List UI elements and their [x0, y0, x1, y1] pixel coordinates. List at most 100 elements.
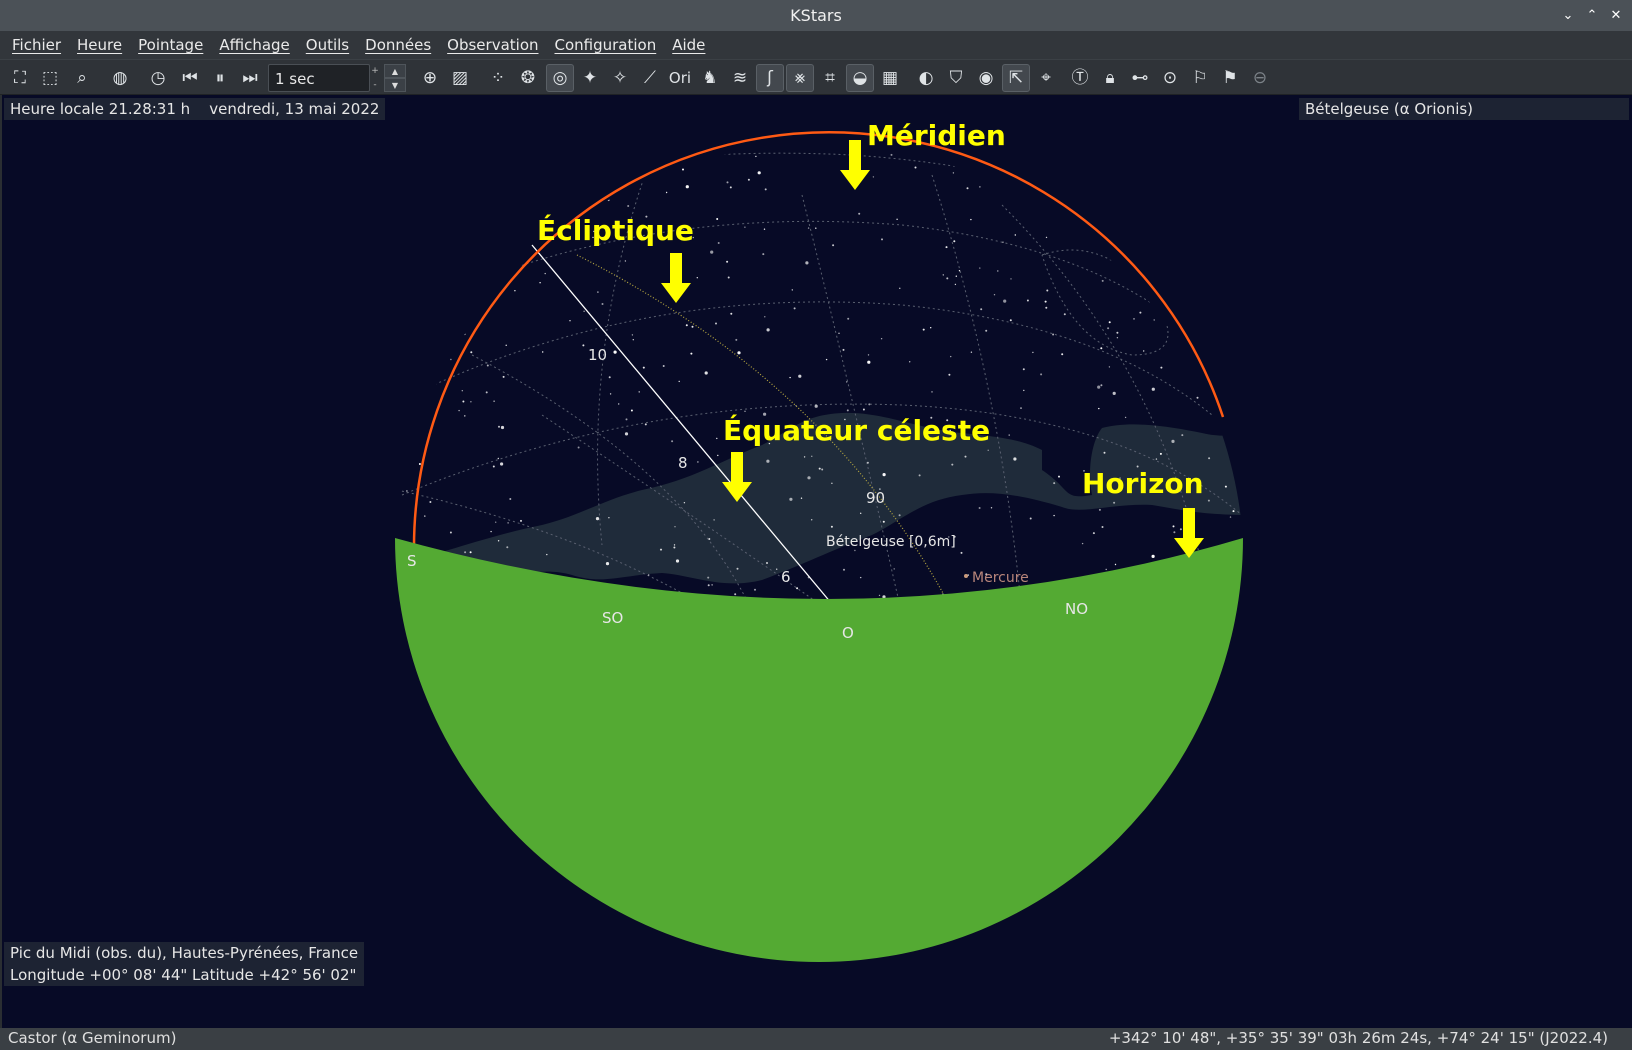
star: [744, 410, 746, 412]
star: [502, 375, 505, 378]
star: [1238, 294, 1241, 297]
star: [1053, 514, 1055, 517]
star: [454, 212, 456, 214]
sun-icon[interactable]: ✦: [576, 64, 604, 92]
constellation-lines-icon[interactable]: ⟋: [636, 64, 664, 92]
star: [1112, 391, 1116, 395]
menu-pointage[interactable]: Pointage: [130, 36, 211, 54]
minimize-icon[interactable]: ⌄: [1558, 5, 1578, 25]
step-back-icon[interactable]: ⏮: [176, 64, 204, 92]
flag-add-icon[interactable]: ⚑: [1216, 64, 1244, 92]
chevron-up-icon[interactable]: ▲: [384, 64, 406, 78]
crosshair-icon[interactable]: ⌖: [1032, 64, 1060, 92]
solar-system-icon[interactable]: ◎: [546, 64, 574, 92]
menu-affichage[interactable]: Affichage: [211, 36, 297, 54]
constellation-art-icon[interactable]: ♞: [696, 64, 724, 92]
star: [1029, 517, 1032, 520]
menu-fichier[interactable]: Fichier: [4, 36, 69, 54]
menu-donnees[interactable]: Données: [357, 36, 439, 54]
image-icon[interactable]: ▨: [446, 64, 474, 92]
maximize-icon[interactable]: ⌃: [1582, 5, 1602, 25]
star: [1095, 218, 1098, 221]
star: [1098, 508, 1101, 511]
star: [789, 376, 791, 379]
zoom-select-icon[interactable]: ⬚: [36, 64, 64, 92]
minus-circle-icon[interactable]: ⊖: [1246, 64, 1274, 92]
star: [609, 393, 612, 395]
mercury-label[interactable]: Mercure: [972, 570, 1029, 586]
satellite-icon[interactable]: ⊷: [1126, 64, 1154, 92]
star: [846, 381, 848, 383]
star: [683, 502, 686, 504]
lock-icon[interactable]: 🔒︎: [1096, 64, 1124, 92]
star: [1061, 353, 1064, 356]
constellation-names-icon[interactable]: Ori: [666, 64, 694, 92]
time-step-input[interactable]: 1 sec: [268, 64, 370, 92]
eye-icon[interactable]: ◉: [972, 64, 1000, 92]
star: [1224, 485, 1227, 488]
clock-icon[interactable]: ◷: [144, 64, 172, 92]
milky-way-icon[interactable]: ʃ: [756, 64, 784, 92]
observing-list-icon[interactable]: ◐: [912, 64, 940, 92]
horizontal-grid-icon[interactable]: ⌗: [816, 64, 844, 92]
star: [1052, 333, 1055, 336]
star: [909, 361, 911, 363]
star: [697, 461, 699, 463]
equator-tick-8: 8: [678, 454, 688, 472]
star: [627, 205, 630, 207]
equatorial-grid-target-icon[interactable]: ⊕: [416, 64, 444, 92]
star: [1093, 218, 1096, 221]
menu-observation[interactable]: Observation: [439, 36, 546, 54]
star: [1247, 531, 1248, 532]
time-step-arrows[interactable]: ▲ ▼: [384, 64, 406, 92]
star: [484, 136, 486, 138]
star: [447, 173, 450, 176]
pause-icon[interactable]: ⏸: [206, 64, 234, 92]
star: [675, 559, 680, 563]
ground-icon[interactable]: ◒: [846, 64, 874, 92]
mercury-dot[interactable]: [964, 574, 968, 578]
title-bar: KStars ⌄ ⌃ ✕: [0, 0, 1632, 31]
export-icon[interactable]: ⇱: [1002, 64, 1030, 92]
star: [945, 246, 948, 249]
time-step-spin-icon[interactable]: + -: [368, 64, 382, 92]
zoom-fit-icon[interactable]: ⛶: [6, 64, 34, 92]
star: [638, 391, 640, 393]
deep-sky-icon[interactable]: ❂: [514, 64, 542, 92]
telescope-icon[interactable]: ⛉: [942, 64, 970, 92]
star: [791, 289, 793, 291]
star: [744, 226, 746, 228]
star: [1121, 157, 1124, 159]
stars-icon[interactable]: ⁘: [484, 64, 512, 92]
star: [1010, 278, 1012, 280]
star: [1217, 280, 1221, 284]
local-time: Heure locale 21.28:31 h: [10, 100, 191, 118]
star: [486, 364, 489, 367]
equatorial-grid-icon[interactable]: ⨳: [786, 64, 814, 92]
step-forward-icon[interactable]: ⏭: [236, 64, 264, 92]
globe-icon[interactable]: ◍: [106, 64, 134, 92]
comets-icon[interactable]: ✧: [606, 64, 634, 92]
close-icon[interactable]: ✕: [1606, 5, 1626, 25]
star: [955, 275, 957, 277]
catalogs-icon[interactable]: ▦: [876, 64, 904, 92]
star: [662, 365, 665, 367]
star: [618, 403, 620, 405]
constellation-boundaries-icon[interactable]: ≋: [726, 64, 754, 92]
star: [1069, 205, 1073, 209]
star: [1218, 417, 1221, 420]
text-icon[interactable]: Ⓣ: [1066, 64, 1094, 92]
menu-heure[interactable]: Heure: [69, 36, 130, 54]
target-icon[interactable]: ⊙: [1156, 64, 1184, 92]
star: [1131, 273, 1134, 275]
betelgeuse-label[interactable]: Bételgeuse [0,6m]: [826, 534, 956, 550]
menu-aide[interactable]: Aide: [664, 36, 713, 54]
star: [730, 312, 733, 315]
menu-outils[interactable]: Outils: [298, 36, 357, 54]
sky-map[interactable]: S SO O NO 10 8 6 90 Bételgeuse [0,6m] Me…: [2, 95, 1632, 1028]
flag-icon[interactable]: ⚐: [1186, 64, 1214, 92]
chevron-down-icon[interactable]: ▼: [384, 78, 406, 92]
find-icon[interactable]: ⌕: [68, 64, 96, 92]
star: [546, 553, 548, 556]
menu-configuration[interactable]: Configuration: [547, 36, 665, 54]
